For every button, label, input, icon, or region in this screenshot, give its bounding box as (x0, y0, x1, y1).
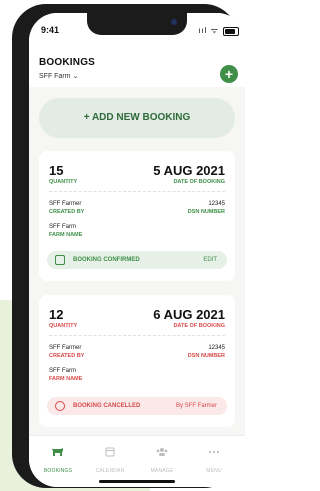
page-header: BOOKINGS SFF Farm ⌄ + (29, 47, 245, 87)
cancelled-by-text: By SFF Farmer (175, 403, 217, 409)
status-bar: 9:41 ııl ᯤ (29, 13, 245, 47)
tab-menu[interactable]: MENU (189, 444, 239, 474)
add-booking-icon-button[interactable]: + (220, 65, 238, 83)
calendar-icon (105, 447, 115, 457)
tab-calendar[interactable]: CALENDAR (85, 444, 135, 474)
camera-icon (171, 19, 177, 25)
created-by-value: SFF Farmer (49, 201, 82, 207)
tab-label: BOOKINGS (43, 468, 73, 474)
farm-name-label: FARM NAME (49, 376, 83, 382)
tab-manage[interactable]: MANAGE (137, 444, 187, 474)
booking-quantity: 12 (49, 307, 64, 322)
farm-name-value: SFF Farm (49, 224, 76, 230)
more-icon (208, 450, 220, 454)
app-screen: 9:41 ııl ᯤ BOOKINGS SFF Farm ⌄ + + ADD N… (29, 13, 245, 487)
date-label: DATE OF BOOKING (173, 179, 225, 185)
status-time: 9:41 (41, 25, 60, 35)
phone-frame: 9:41 ııl ᯤ BOOKINGS SFF Farm ⌄ + + ADD N… (12, 4, 245, 488)
farm-selector[interactable]: SFF Farm ⌄ (39, 72, 78, 80)
created-by-value: SFF Farmer (49, 345, 82, 351)
date-label: DATE OF BOOKING (173, 323, 225, 329)
cancel-circle-icon (55, 401, 65, 411)
booking-card[interactable]: 12 QUANTITY 6 AUG 2021 DATE OF BOOKING S… (39, 295, 235, 427)
created-by-label: CREATED BY (49, 353, 85, 359)
tab-label: MENU (206, 468, 222, 474)
edit-button[interactable]: EDIT (203, 251, 217, 269)
booking-date: 5 AUG 2021 (153, 163, 225, 178)
calendar-check-icon (55, 255, 65, 265)
dsn-value: 12345 (208, 345, 225, 351)
status-text: BOOKING CONFIRMED (73, 257, 140, 263)
dsn-value: 12345 (208, 201, 225, 207)
tab-bookings[interactable]: BOOKINGS (33, 444, 83, 474)
divider (49, 335, 225, 336)
booking-quantity: 15 (49, 163, 64, 178)
quantity-label: QUANTITY (49, 323, 78, 329)
divider (49, 191, 225, 192)
users-icon (156, 448, 168, 456)
quantity-label: QUANTITY (49, 179, 78, 185)
cow-icon (52, 448, 63, 456)
tab-label: CALENDAR (95, 468, 125, 474)
home-indicator (99, 480, 175, 483)
status-text: BOOKING CANCELLED (73, 403, 141, 409)
notch (87, 13, 187, 35)
battery-icon (223, 27, 239, 36)
dsn-label: DSN NUMBER (187, 209, 225, 215)
farm-name-value: SFF Farm (49, 368, 76, 374)
dsn-label: DSN NUMBER (187, 353, 225, 359)
tab-label: MANAGE (150, 468, 174, 474)
booking-card[interactable]: 15 QUANTITY 5 AUG 2021 DATE OF BOOKING S… (39, 151, 235, 281)
booking-date: 6 AUG 2021 (153, 307, 225, 322)
created-by-label: CREATED BY (49, 209, 85, 215)
status-badge-cancelled: BOOKING CANCELLED By SFF Farmer (47, 397, 227, 415)
add-new-booking-button[interactable]: + ADD NEW BOOKING (39, 98, 235, 138)
status-badge-confirmed: BOOKING CONFIRMED EDIT (47, 251, 227, 269)
farm-name-label: FARM NAME (49, 232, 83, 238)
page-title: BOOKINGS (39, 57, 96, 68)
signal-wifi-icon: ııl ᯤ (198, 26, 219, 35)
